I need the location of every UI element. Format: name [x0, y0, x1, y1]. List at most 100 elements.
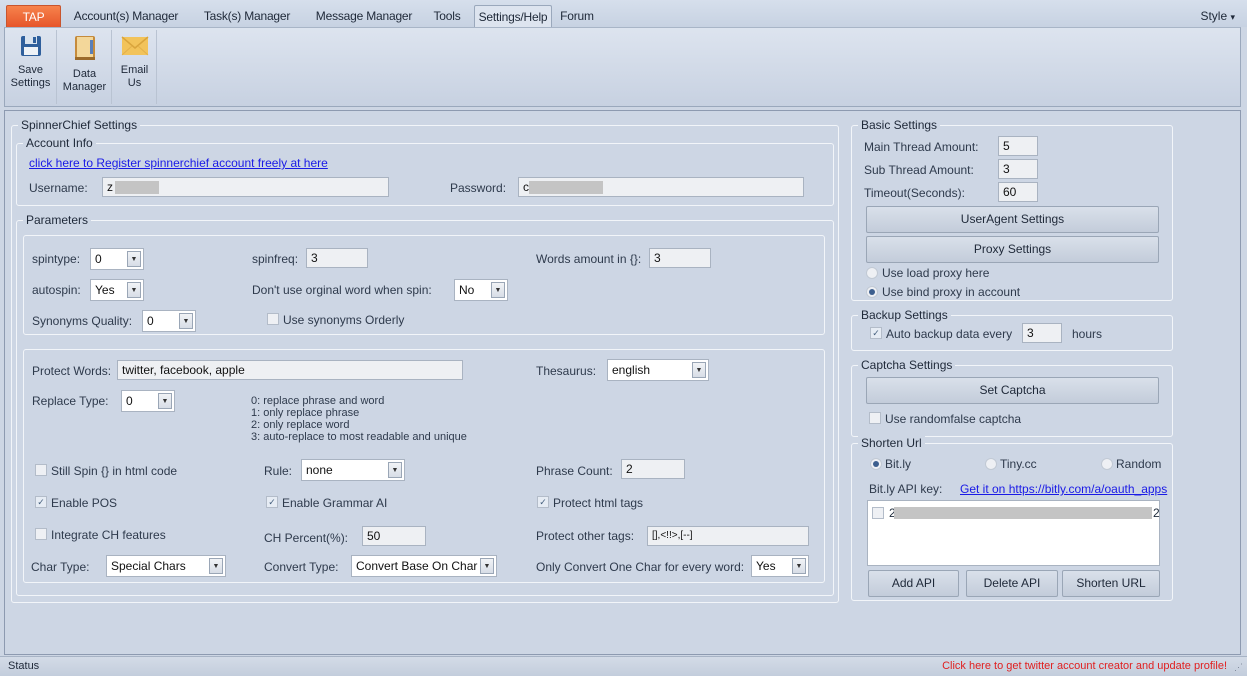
phrase-count-label: Phrase Count:: [536, 464, 613, 478]
replace-type-select[interactable]: 0 ▼: [121, 390, 175, 412]
load-proxy-radio[interactable]: [866, 267, 878, 279]
email-us-button[interactable]: Email Us: [113, 30, 157, 104]
enable-grammar-ai-checkbox[interactable]: ✓: [266, 496, 278, 508]
dropdown-arrow-icon: ▼: [127, 282, 141, 298]
main-thread-input[interactable]: 5: [998, 136, 1038, 156]
tab-app-menu[interactable]: TAP: [6, 5, 61, 27]
tab-message-manager[interactable]: Message Manager: [306, 5, 422, 27]
save-settings-button[interactable]: Save Settings: [5, 30, 57, 104]
integrate-ch-checkbox[interactable]: [35, 528, 47, 540]
username-input[interactable]: z: [102, 177, 389, 197]
random-radio[interactable]: [1101, 458, 1113, 470]
replace-hint-3: 3: auto-replace to most readable and uni…: [251, 431, 467, 443]
password-input[interactable]: c: [518, 177, 804, 197]
tab-tools[interactable]: Tools: [424, 5, 470, 27]
spinfreq-input[interactable]: 3: [306, 248, 368, 268]
menu-tab-bar: TAP Account(s) Manager Task(s) Manager M…: [0, 0, 1247, 27]
autospin-select[interactable]: Yes ▼: [90, 279, 144, 301]
protect-words-input[interactable]: twitter, facebook, apple: [117, 360, 463, 380]
backup-hours-input[interactable]: 3: [1022, 323, 1062, 343]
still-spin-label: Still Spin {} in html code: [51, 464, 178, 478]
ch-percent-input[interactable]: 50: [362, 526, 426, 546]
only-convert-value: Yes: [756, 559, 776, 573]
dropdown-arrow-icon: ▼: [179, 313, 193, 329]
spinnerchief-settings-title: SpinnerChief Settings: [18, 118, 141, 132]
rule-select[interactable]: none ▼: [301, 459, 405, 481]
data-manager-button[interactable]: Data Manager: [58, 30, 112, 104]
set-captcha-button[interactable]: Set Captcha: [866, 377, 1159, 404]
dropdown-arrow-icon: ▼: [127, 251, 141, 267]
synonyms-quality-value: 0: [147, 314, 154, 328]
useragent-settings-button[interactable]: UserAgent Settings: [866, 206, 1159, 233]
proxy-settings-button[interactable]: Proxy Settings: [866, 236, 1159, 263]
api-key-checkbox[interactable]: [872, 507, 884, 519]
status-bar: Status Click here to get twitter account…: [0, 656, 1247, 676]
bitly-radio[interactable]: [870, 458, 882, 470]
delete-api-button[interactable]: Delete API: [966, 570, 1058, 597]
enable-grammar-ai-label: Enable Grammar AI: [282, 496, 388, 510]
synonyms-orderly-checkbox[interactable]: [267, 313, 279, 325]
backup-hours-label: hours: [1072, 327, 1103, 341]
char-type-label: Char Type:: [31, 560, 90, 574]
synonyms-quality-select[interactable]: 0 ▼: [142, 310, 196, 332]
envelope-icon: [121, 36, 148, 56]
convert-type-value: Convert Base On Char: [356, 559, 478, 573]
random-false-captcha-checkbox[interactable]: [869, 412, 881, 424]
register-link[interactable]: click here to Register spinnerchief acco…: [29, 156, 328, 170]
shorten-url-group: Shorten Url Bit.ly Tiny.cc Random Bit.ly…: [851, 436, 1173, 601]
email-label-line1: Email: [120, 64, 149, 76]
ch-percent-label: CH Percent(%):: [264, 531, 349, 545]
tab-accounts-manager[interactable]: Account(s) Manager: [64, 5, 188, 27]
thesaurus-label: Thesaurus:: [536, 364, 597, 378]
tab-tasks-manager[interactable]: Task(s) Manager: [190, 5, 304, 27]
words-amount-label: Words amount in {}:: [536, 252, 642, 266]
spintype-value: 0: [95, 252, 102, 266]
backup-settings-group: Backup Settings ✓ Auto backup data every…: [851, 308, 1173, 351]
spintype-select[interactable]: 0 ▼: [90, 248, 144, 270]
promo-link[interactable]: Click here to get twitter account creato…: [942, 660, 1227, 672]
add-api-button[interactable]: Add API: [868, 570, 959, 597]
convert-type-select[interactable]: Convert Base On Char ▼: [351, 555, 497, 577]
auto-backup-checkbox[interactable]: ✓: [870, 327, 882, 339]
api-key-list-item[interactable]: 2 2: [872, 505, 1160, 521]
words-amount-input[interactable]: 3: [649, 248, 711, 268]
folder-icon: [74, 36, 95, 60]
enable-pos-checkbox[interactable]: ✓: [35, 496, 47, 508]
sub-thread-input[interactable]: 3: [998, 159, 1038, 179]
data-label-line2: Manager: [62, 81, 107, 93]
dont-use-original-select[interactable]: No ▼: [454, 279, 508, 301]
tab-forum[interactable]: Forum: [554, 5, 600, 27]
only-convert-select[interactable]: Yes ▼: [751, 555, 809, 577]
protect-other-tags-input[interactable]: [],<!!>,[--]: [647, 526, 809, 546]
tab-settings-help[interactable]: Settings/Help: [474, 5, 552, 27]
status-text: Status: [8, 660, 40, 672]
only-convert-label: Only Convert One Char for every word:: [536, 560, 745, 574]
dropdown-arrow-icon: ▼: [209, 558, 223, 574]
parameters-title: Parameters: [23, 213, 92, 227]
still-spin-checkbox[interactable]: [35, 464, 47, 476]
tinycc-label: Tiny.cc: [1000, 457, 1037, 471]
bind-proxy-radio[interactable]: [866, 286, 878, 298]
phrase-count-input[interactable]: 2: [621, 459, 685, 479]
timeout-input[interactable]: 60: [998, 182, 1038, 202]
replace-type-value: 0: [126, 394, 133, 408]
dropdown-arrow-icon: ▼: [491, 282, 505, 298]
parameters-group: Parameters spintype: 0 ▼ spinfreq: 3 Wor…: [16, 213, 834, 596]
dropdown-arrow-icon: ▼: [480, 558, 494, 574]
account-info-group: Account Info click here to Register spin…: [16, 136, 834, 206]
shorten-url-button[interactable]: Shorten URL: [1062, 570, 1160, 597]
backup-settings-title: Backup Settings: [858, 308, 951, 322]
main-thread-label: Main Thread Amount:: [864, 140, 979, 154]
bitly-oauth-link[interactable]: Get it on https://bitly.com/a/oauth_apps: [960, 482, 1167, 496]
rule-label: Rule:: [264, 464, 293, 478]
resize-grip-icon[interactable]: ⋰: [1234, 662, 1243, 673]
api-key-list[interactable]: 2 2: [867, 500, 1160, 566]
synonyms-quality-label: Synonyms Quality:: [32, 314, 133, 328]
style-menu[interactable]: Style ▾: [1200, 9, 1235, 23]
char-type-value: Special Chars: [111, 559, 186, 573]
protect-html-checkbox[interactable]: ✓: [537, 496, 549, 508]
tinycc-radio[interactable]: [985, 458, 997, 470]
spin-options-box: spintype: 0 ▼ spinfreq: 3 Words amount i…: [23, 235, 825, 335]
thesaurus-select[interactable]: english ▼: [607, 359, 709, 381]
char-type-select[interactable]: Special Chars ▼: [106, 555, 226, 577]
